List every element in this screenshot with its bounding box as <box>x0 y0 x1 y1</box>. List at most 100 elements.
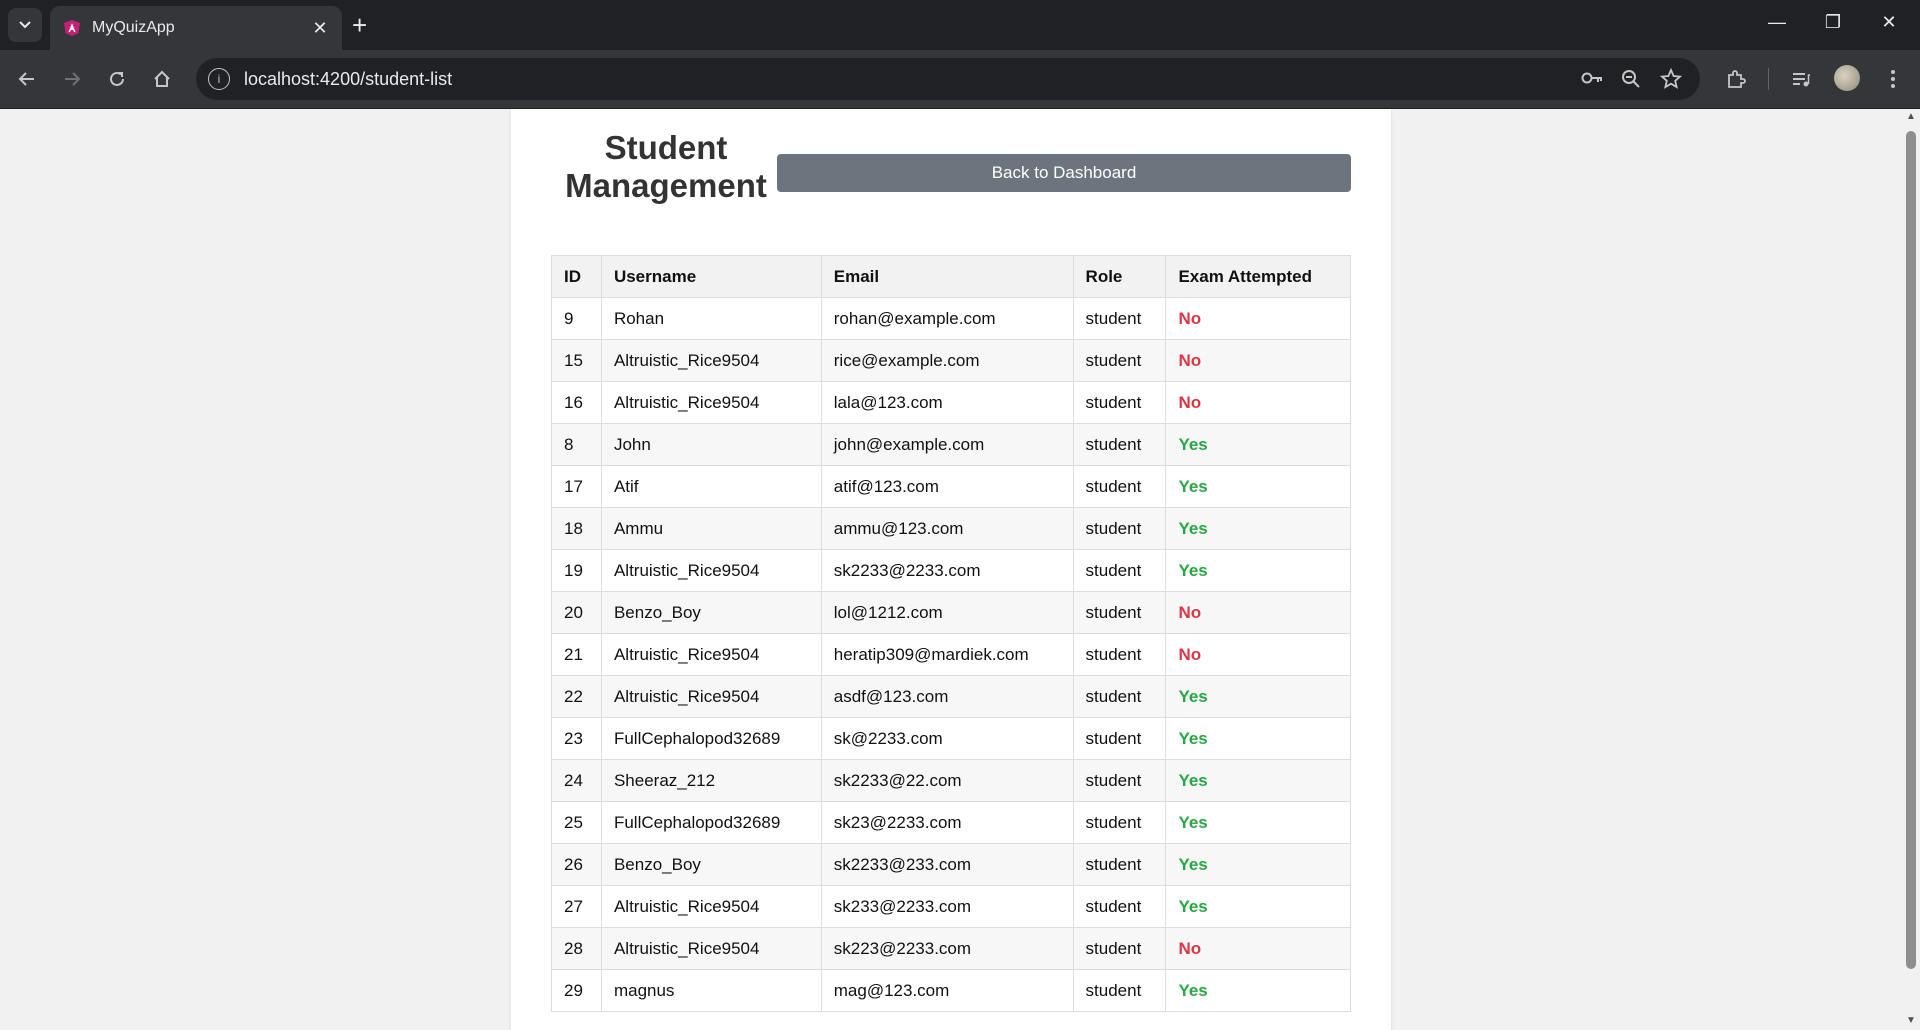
cell-username: John <box>600 423 822 466</box>
cell-role: student <box>1072 843 1167 886</box>
cell-id: 25 <box>551 801 602 844</box>
minimize-icon[interactable]: — <box>1762 12 1792 33</box>
cell-username: Atif <box>600 465 822 508</box>
student-management-card: Student Management Back to Dashboard ID U… <box>511 109 1391 1030</box>
cell-email: john@example.com <box>820 423 1074 466</box>
column-header: Exam Attempted <box>1165 255 1351 298</box>
table-row: 27 Altruistic_Rice9504 sk233@2233.com stude… <box>551 885 1351 928</box>
table-row: 26 Benzo_Boy sk2233@233.com student Yes <box>551 843 1351 886</box>
cell-exam-attempted: Yes <box>1165 885 1351 928</box>
page-header: Student Management Back to Dashboard <box>551 129 1351 229</box>
info-icon[interactable]: i <box>208 68 230 90</box>
table-row: 24 Sheeraz_212 sk2233@22.com student Yes <box>551 759 1351 802</box>
cell-exam-attempted: No <box>1165 927 1351 970</box>
cell-email: sk233@2233.com <box>820 885 1074 928</box>
cell-role: student <box>1072 675 1167 718</box>
active-tab[interactable]: MyQuizApp ✕ <box>50 6 342 50</box>
profile-avatar[interactable] <box>1834 65 1860 91</box>
address-bar[interactable]: i localhost:4200/student-list <box>196 58 1700 100</box>
table-header-row: ID Username Email Role Exam Attempted <box>551 255 1351 298</box>
cell-exam-attempted: Yes <box>1165 717 1351 760</box>
column-header: Username <box>600 255 822 298</box>
table-row: 9 Rohan rohan@example.com student No <box>551 297 1351 340</box>
column-header: Email <box>820 255 1074 298</box>
cell-email: atif@123.com <box>820 465 1074 508</box>
cell-id: 21 <box>551 633 602 676</box>
cell-exam-attempted: No <box>1165 633 1351 676</box>
cell-exam-attempted: Yes <box>1165 843 1351 886</box>
cell-role: student <box>1072 297 1167 340</box>
cell-exam-attempted: Yes <box>1165 675 1351 718</box>
back-arrow-icon[interactable] <box>12 64 42 94</box>
cell-role: student <box>1072 801 1167 844</box>
tab-list-icon[interactable] <box>8 8 42 42</box>
cell-role: student <box>1072 465 1167 508</box>
close-icon[interactable]: ✕ <box>306 18 334 39</box>
table-row: 16 Altruistic_Rice9504 lala@123.com student… <box>551 381 1351 424</box>
plus-icon[interactable]: + <box>352 12 367 38</box>
scrollbar-thumb[interactable] <box>1906 131 1916 969</box>
cell-role: student <box>1072 717 1167 760</box>
cell-role: student <box>1072 549 1167 592</box>
cell-email: sk223@2233.com <box>820 927 1074 970</box>
more-vert-icon[interactable] <box>1878 64 1908 94</box>
cell-id: 9 <box>551 297 602 340</box>
cell-exam-attempted: Yes <box>1165 801 1351 844</box>
cell-username: Sheeraz_212 <box>600 759 822 802</box>
student-table-body: 9 Rohan rohan@example.com student No 15 Altrui… <box>551 297 1351 1012</box>
cell-exam-attempted: No <box>1165 591 1351 634</box>
cell-role: student <box>1072 381 1167 424</box>
cell-role: student <box>1072 339 1167 382</box>
cell-role: student <box>1072 927 1167 970</box>
zoom-icon[interactable] <box>1620 68 1642 95</box>
tab-title: MyQuizApp <box>92 19 175 36</box>
scroll-down-arrow-icon[interactable]: ▼ <box>1905 1015 1917 1026</box>
cell-exam-attempted: Yes <box>1165 969 1351 1012</box>
cell-id: 28 <box>551 927 602 970</box>
cell-username: Altruistic_Rice9504 <box>600 885 822 928</box>
cell-email: lala@123.com <box>820 381 1074 424</box>
cell-username: Benzo_Boy <box>600 591 822 634</box>
column-header: ID <box>551 255 602 298</box>
table-row: 20 Benzo_Boy lol@1212.com student No <box>551 591 1351 634</box>
cell-username: Altruistic_Rice9504 <box>600 549 822 592</box>
cell-username: FullCephalopod32689 <box>600 717 822 760</box>
media-icon[interactable] <box>1786 64 1816 94</box>
table-row: 15 Altruistic_Rice9504 rice@example.com stu… <box>551 339 1351 382</box>
cell-id: 17 <box>551 465 602 508</box>
tab-strip: MyQuizApp ✕ + — ❐ ✕ <box>0 0 1920 50</box>
cell-email: sk2233@2233.com <box>820 549 1074 592</box>
student-table: ID Username Email Role Exam Attempted 9 Rohan… <box>551 255 1351 1012</box>
cell-email: heratip309@mardiek.com <box>820 633 1074 676</box>
cell-email: rohan@example.com <box>820 297 1074 340</box>
cell-id: 22 <box>551 675 602 718</box>
page-title: Student Management <box>565 129 767 204</box>
reload-icon[interactable] <box>102 64 132 94</box>
cell-id: 23 <box>551 717 602 760</box>
cell-email: mag@123.com <box>820 969 1074 1012</box>
close-window-icon[interactable]: ✕ <box>1874 12 1904 33</box>
star-icon[interactable] <box>1659 67 1683 95</box>
forward-arrow-icon[interactable] <box>57 64 87 94</box>
cell-exam-attempted: No <box>1165 297 1351 340</box>
cell-exam-attempted: No <box>1165 381 1351 424</box>
back-to-dashboard-button[interactable]: Back to Dashboard <box>777 154 1351 192</box>
cell-role: student <box>1072 591 1167 634</box>
cell-role: student <box>1072 759 1167 802</box>
scroll-up-arrow-icon[interactable]: ▲ <box>1905 111 1917 122</box>
cell-email: lol@1212.com <box>820 591 1074 634</box>
cell-email: sk23@2233.com <box>820 801 1074 844</box>
cell-id: 24 <box>551 759 602 802</box>
cell-username: FullCephalopod32689 <box>600 801 822 844</box>
home-icon[interactable] <box>147 64 177 94</box>
url-text: localhost:4200/student-list <box>244 68 453 89</box>
cell-username: Ammu <box>600 507 822 550</box>
extensions-icon[interactable] <box>1721 64 1751 94</box>
cell-exam-attempted: No <box>1165 339 1351 382</box>
restore-icon[interactable]: ❐ <box>1818 12 1848 33</box>
cell-exam-attempted: Yes <box>1165 759 1351 802</box>
page-scrollbar[interactable]: ▲ ▼ <box>1902 109 1920 1030</box>
cell-id: 18 <box>551 507 602 550</box>
key-icon[interactable] <box>1580 68 1604 93</box>
cell-email: asdf@123.com <box>820 675 1074 718</box>
